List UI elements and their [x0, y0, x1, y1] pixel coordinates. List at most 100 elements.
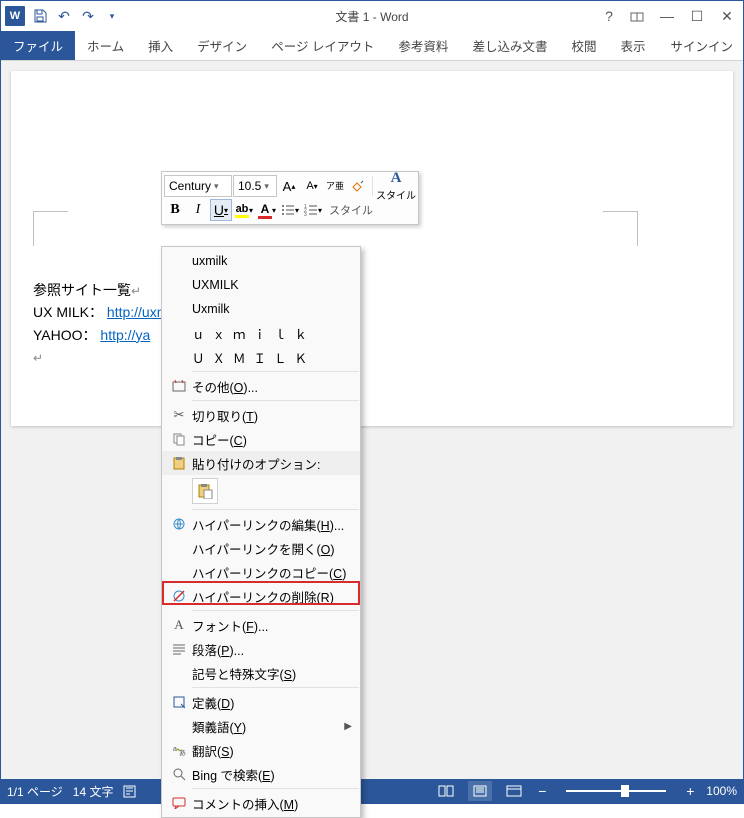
proofing-button[interactable] [123, 784, 139, 798]
menu-font[interactable]: Aフォント(F)... [162, 613, 360, 637]
numbering-button[interactable]: 123▾ [302, 199, 324, 221]
paste-options-row [162, 475, 360, 507]
paste-keep-formatting-button[interactable] [192, 478, 218, 504]
menu-cut[interactable]: ✂切り取り(T) [162, 403, 360, 427]
font-icon: A [166, 617, 192, 633]
web-layout-button[interactable] [502, 781, 526, 801]
link-remove-icon [166, 589, 192, 603]
print-layout-button[interactable] [468, 781, 492, 801]
menu-define[interactable]: 定義(D) [162, 690, 360, 714]
search-icon [166, 767, 192, 781]
font-family-combo[interactable]: Century▾ [164, 175, 232, 197]
zoom-in-button[interactable]: + [684, 783, 696, 799]
font-color-button[interactable]: A▾ [256, 199, 278, 221]
word-count[interactable]: 14 文字 [73, 783, 114, 800]
zoom-out-button[interactable]: − [536, 783, 548, 799]
margin-corner-tl [33, 211, 68, 246]
menu-bing-search[interactable]: Bing で検索(E) [162, 762, 360, 786]
redo-button[interactable]: ↷ [77, 5, 99, 27]
window-title: 文書 1 - Word [335, 8, 408, 25]
titlebar: W ↶ ↷ ▾ 文書 1 - Word ? — ☐ ✕ [1, 1, 743, 31]
tab-layout[interactable]: ページ レイアウト [259, 31, 386, 60]
menu-separator [192, 788, 359, 789]
highlight-color-button[interactable]: ab▾ [233, 199, 255, 221]
font-size-combo[interactable]: 10.5▾ [233, 175, 277, 197]
define-icon [166, 695, 192, 709]
svg-text:3: 3 [304, 212, 307, 216]
menu-other[interactable]: その他(O)... [162, 374, 360, 398]
ime-candidate-1[interactable]: uxmilk [162, 249, 360, 273]
qat-customize[interactable]: ▾ [101, 5, 123, 27]
menu-translate[interactable]: aあ翻訳(S) [162, 738, 360, 762]
quick-access-toolbar: ↶ ↷ ▾ [29, 5, 123, 27]
submenu-arrow-icon: ▶ [344, 721, 352, 732]
tab-insert[interactable]: 挿入 [136, 31, 185, 60]
statusbar: 1/1 ページ 14 文字 − + 100% [1, 779, 743, 803]
zoom-level[interactable]: 100% [706, 784, 737, 798]
menu-paragraph[interactable]: 段落(P)... [162, 637, 360, 661]
ime-candidate-4[interactable]: ｕｘｍｉｌｋ [162, 321, 360, 345]
document-page[interactable] [11, 71, 733, 426]
mini-toolbar: Century▾ 10.5▾ A▴ A▾ ア亜 A スタイル B I U▾ ab… [161, 171, 419, 225]
menu-copy-hyperlink[interactable]: ハイパーリンクのコピー(C) [162, 560, 360, 584]
page-indicator[interactable]: 1/1 ページ [7, 783, 63, 800]
tab-mailings[interactable]: 差し込み文書 [460, 31, 559, 60]
ribbon-display-options[interactable] [625, 4, 649, 28]
menu-insert-comment[interactable]: コメントの挿入(M) [162, 791, 360, 815]
ribbon-tabs: ファイル ホーム 挿入 デザイン ページ レイアウト 参考資料 差し込み文書 校… [1, 31, 743, 61]
styles-label-small[interactable]: スタイル [325, 202, 377, 218]
ime-candidate-2[interactable]: UXMILK [162, 273, 360, 297]
menu-separator [192, 400, 359, 401]
translate-icon: aあ [166, 743, 192, 757]
paragraph-icon [166, 643, 192, 655]
menu-synonyms[interactable]: 類義語(Y)▶ [162, 714, 360, 738]
hyperlink-yahoo[interactable]: http://ya [100, 327, 150, 343]
zoom-thumb[interactable] [621, 785, 629, 797]
menu-symbol[interactable]: 記号と特殊文字(S) [162, 661, 360, 685]
menu-remove-hyperlink[interactable]: ハイパーリンクの削除(R) [162, 584, 360, 608]
copy-icon [166, 432, 192, 446]
decrease-font-button[interactable]: A▾ [301, 175, 323, 197]
document-area: 参照サイト一覧↵ UX MILK： http://uxmilk.jp↵ YAHO… [1, 61, 743, 779]
menu-open-hyperlink[interactable]: ハイパーリンクを開く(O) [162, 536, 360, 560]
tab-home[interactable]: ホーム [75, 31, 136, 60]
scissors-icon: ✂ [166, 407, 192, 423]
ime-candidate-5[interactable]: ＵＸＭＩＬＫ [162, 345, 360, 369]
bold-button[interactable]: B [164, 199, 186, 221]
tab-view[interactable]: 表示 [608, 31, 657, 60]
maximize-button[interactable]: ☐ [685, 4, 709, 28]
comment-icon [166, 797, 192, 809]
bullets-button[interactable]: ▾ [279, 199, 301, 221]
phonetic-guide-button[interactable]: ア亜 [324, 175, 346, 197]
undo-button[interactable]: ↶ [53, 5, 75, 27]
help-button[interactable]: ? [599, 8, 619, 24]
close-button[interactable]: ✕ [715, 4, 739, 28]
minimize-button[interactable]: — [655, 4, 679, 28]
paste-icon [166, 456, 192, 470]
margin-corner-tr [603, 211, 638, 246]
menu-separator [192, 610, 359, 611]
increase-font-button[interactable]: A▴ [278, 175, 300, 197]
word-window: W ↶ ↷ ▾ 文書 1 - Word ? — ☐ ✕ ファイル ホーム 挿入 … [0, 0, 744, 804]
tab-file[interactable]: ファイル [1, 31, 75, 60]
read-mode-button[interactable] [434, 781, 458, 801]
underline-button[interactable]: U▾ [210, 199, 232, 221]
paragraph-mark: ↵ [33, 351, 43, 365]
menu-copy[interactable]: コピー(C) [162, 427, 360, 451]
format-painter-button[interactable] [347, 175, 369, 197]
word-app-icon: W [5, 6, 25, 26]
styles-button[interactable]: A スタイル [376, 170, 416, 202]
zoom-slider[interactable] [566, 790, 666, 792]
sign-in-link[interactable]: サインイン [660, 31, 743, 60]
tab-references[interactable]: 参考資料 [386, 31, 460, 60]
menu-separator [192, 371, 359, 372]
menu-edit-hyperlink[interactable]: ハイパーリンクの編集(H)... [162, 512, 360, 536]
ime-candidate-3[interactable]: Uxmilk [162, 297, 360, 321]
save-button[interactable] [29, 5, 51, 27]
menu-separator [192, 687, 359, 688]
tab-review[interactable]: 校閲 [559, 31, 608, 60]
link-edit-icon [166, 517, 192, 531]
italic-button[interactable]: I [187, 199, 209, 221]
tab-design[interactable]: デザイン [185, 31, 259, 60]
svg-text:a: a [173, 746, 177, 753]
